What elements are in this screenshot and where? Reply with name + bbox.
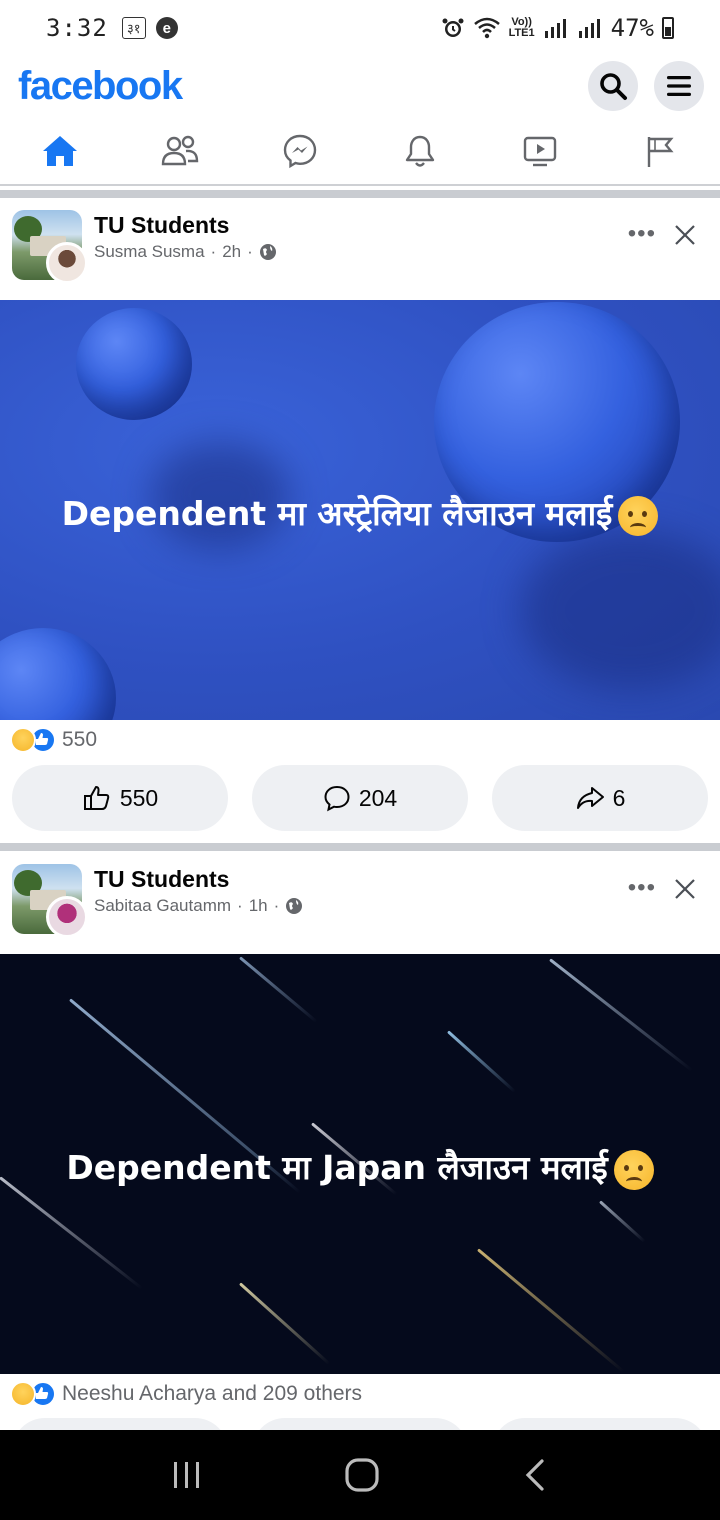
post-meta: Susma Susma · 2h · xyxy=(94,242,277,262)
tab-home[interactable] xyxy=(0,118,120,184)
post-header: TU Students Susma Susma · 2h · ••• xyxy=(0,198,720,298)
search-icon xyxy=(600,73,627,100)
status-time: 3:32 xyxy=(46,14,108,42)
menu-icon xyxy=(667,76,691,96)
tab-pages[interactable] xyxy=(600,118,720,184)
sad-emoji-icon xyxy=(618,495,659,536)
streak-graphic xyxy=(238,1282,331,1365)
post-image[interactable]: Dependent मा Japan लैजाउन मलाई xyxy=(0,954,720,1374)
post-time[interactable]: 2h xyxy=(222,242,241,262)
post-text: Dependent मा Japan लैजाउन मलाई xyxy=(0,1144,720,1190)
meta-dot: · xyxy=(273,896,280,915)
comment-count: 204 xyxy=(358,784,398,811)
post-text-content: Dependent मा Japan लैजाउन मलाई xyxy=(66,1148,608,1187)
reaction-count: 550 xyxy=(62,728,98,751)
comment-button[interactable]: 204 xyxy=(252,765,468,831)
flag-icon xyxy=(647,137,674,167)
video-icon xyxy=(523,136,557,167)
back-icon[interactable] xyxy=(520,1457,550,1493)
author-name[interactable]: Sabitaa Gautamm xyxy=(94,896,231,916)
post-image[interactable]: Dependent मा अस्ट्रेलिया लैजाउन मलाई xyxy=(0,300,720,720)
globe-icon xyxy=(286,898,303,914)
ball-graphic xyxy=(76,308,192,420)
post-header: TU Students Sabitaa Gautamm · 1h · ••• xyxy=(0,852,720,952)
streak-graphic xyxy=(598,1200,646,1243)
like-count: 550 xyxy=(119,784,159,811)
comment-icon xyxy=(324,785,350,812)
post-time[interactable]: 1h xyxy=(249,896,268,916)
meta-dot: · xyxy=(247,242,253,261)
post-text-content: Dependent मा अस्ट्रेलिया लैजाउन मलाई xyxy=(61,494,613,533)
post-actions: 550 204 6 xyxy=(12,765,708,831)
signal-icon xyxy=(544,19,566,38)
alarm-icon xyxy=(442,18,464,37)
volte-bottom: LTE1 xyxy=(508,27,535,39)
tab-friends[interactable] xyxy=(120,118,240,184)
share-button[interactable]: 6 xyxy=(492,765,708,831)
battery-icon xyxy=(662,17,674,39)
like-icon xyxy=(83,786,110,810)
haha-reaction-icon xyxy=(10,1381,36,1407)
author-name[interactable]: Susma Susma xyxy=(94,242,205,262)
tab-notifications[interactable] xyxy=(360,118,480,184)
streak-graphic xyxy=(549,958,693,1072)
like-button[interactable]: 550 xyxy=(12,765,228,831)
feed-gap xyxy=(0,190,720,198)
volte-indicator: Vo)) LTE1 xyxy=(509,17,535,39)
app-header: facebook xyxy=(0,56,720,116)
header-actions xyxy=(588,61,704,111)
reaction-names: Neeshu Acharya and 209 others xyxy=(62,1382,363,1405)
streak-graphic xyxy=(477,1248,625,1373)
reaction-summary[interactable]: 550 xyxy=(10,720,97,760)
share-icon xyxy=(576,787,604,809)
home-icon xyxy=(43,136,77,166)
feed-gap xyxy=(0,843,720,851)
friends-icon xyxy=(161,135,199,166)
nav-separator xyxy=(0,184,720,186)
nav-tabs xyxy=(0,118,720,184)
reaction-summary[interactable]: Neeshu Acharya and 209 others xyxy=(10,1374,362,1414)
more-options-icon[interactable]: ••• xyxy=(628,220,656,248)
signal-icon-2 xyxy=(578,19,600,38)
streak-graphic xyxy=(446,1030,516,1093)
menu-button[interactable] xyxy=(654,61,704,111)
facebook-logo[interactable]: facebook xyxy=(18,64,183,109)
streak-graphic xyxy=(0,1176,143,1290)
status-right: Vo)) LTE1 47% xyxy=(441,14,674,42)
messenger-icon xyxy=(283,134,317,169)
streak-graphic xyxy=(239,956,318,1023)
status-bar: 3:32 ३१ e Vo)) LTE1 47% xyxy=(0,0,720,56)
tab-messenger[interactable] xyxy=(240,118,360,184)
recents-icon[interactable] xyxy=(170,1459,204,1491)
globe-icon xyxy=(259,244,276,260)
wifi-icon xyxy=(473,17,500,39)
tab-watch[interactable] xyxy=(480,118,600,184)
sad-emoji-icon xyxy=(613,1149,654,1190)
close-icon[interactable] xyxy=(674,878,696,900)
meta-dot: · xyxy=(210,242,217,261)
ball-graphic xyxy=(0,628,116,720)
group-name[interactable]: TU Students xyxy=(94,212,229,239)
share-count: 6 xyxy=(612,784,626,811)
e-icon: e xyxy=(155,17,178,39)
haha-reaction-icon xyxy=(10,727,36,753)
battery-percent: 47% xyxy=(610,14,654,42)
meta-dot: · xyxy=(237,896,243,915)
home-nav-icon[interactable] xyxy=(343,1456,381,1494)
post-meta: Sabitaa Gautamm · 1h · xyxy=(94,896,303,916)
close-icon[interactable] xyxy=(674,224,696,246)
system-nav-bar xyxy=(0,1430,720,1520)
author-avatar[interactable] xyxy=(46,896,88,938)
bell-icon xyxy=(405,135,435,167)
search-button[interactable] xyxy=(588,61,638,111)
group-name[interactable]: TU Students xyxy=(94,866,229,893)
more-options-icon[interactable]: ••• xyxy=(628,874,656,902)
post-text: Dependent मा अस्ट्रेलिया लैजाउन मलाई xyxy=(0,490,720,536)
calendar-badge: ३१ xyxy=(121,17,146,39)
author-avatar[interactable] xyxy=(46,242,88,284)
